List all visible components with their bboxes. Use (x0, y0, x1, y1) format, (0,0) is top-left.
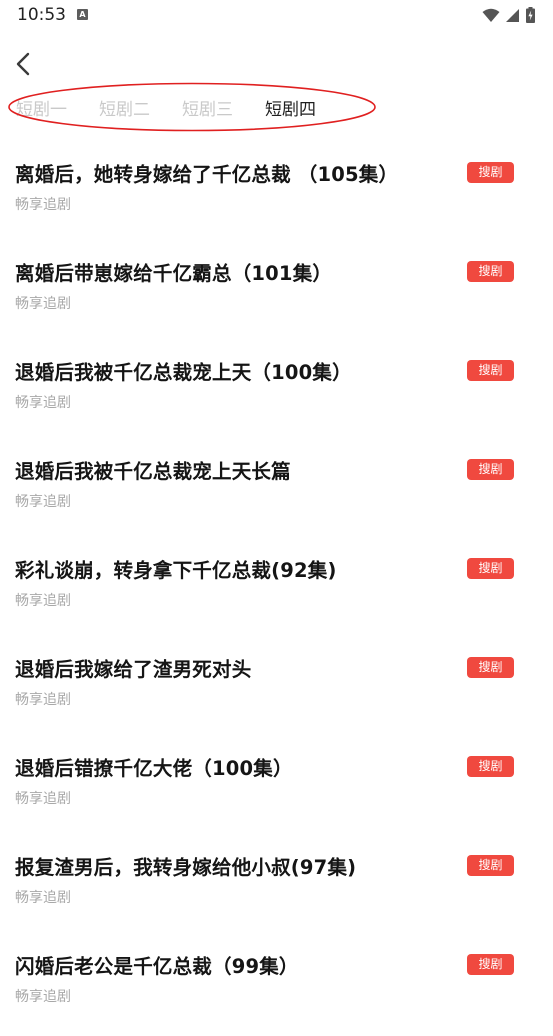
drama-title: 离婚后，她转身嫁给了千亿总裁 （105集） (15, 163, 399, 186)
drama-subtitle: 畅享追剧 (15, 494, 71, 510)
drama-list: 离婚后，她转身嫁给了千亿总裁 （105集） 畅享追剧 搜剧 离婚后带崽嫁给千亿霸… (0, 145, 553, 1036)
tab-drama-4[interactable]: 短剧四 (265, 96, 316, 124)
tab-drama-2[interactable]: 短剧二 (99, 96, 150, 124)
list-item[interactable]: 退婚后我被千亿总裁宠上天长篇 畅享追剧 搜剧 (0, 442, 553, 541)
list-item[interactable]: 闪婚后老公是千亿总裁（99集） 畅享追剧 搜剧 (0, 937, 553, 1036)
tab-bar: 短剧一 短剧二 短剧三 短剧四 (16, 96, 348, 124)
search-drama-button[interactable]: 搜剧 (467, 459, 514, 480)
drama-title: 报复渣男后，我转身嫁给他小叔(97集) (15, 856, 357, 879)
status-bar: 10:53 A (0, 0, 553, 32)
search-drama-button[interactable]: 搜剧 (467, 261, 514, 282)
notification-a-icon: A (77, 9, 88, 20)
drama-subtitle: 畅享追剧 (15, 692, 71, 708)
tab-drama-1[interactable]: 短剧一 (16, 96, 67, 124)
list-item[interactable]: 离婚后带崽嫁给千亿霸总（101集） 畅享追剧 搜剧 (0, 244, 553, 343)
wifi-icon (482, 8, 500, 22)
chevron-left-icon (16, 52, 30, 76)
drama-title: 退婚后我被千亿总裁宠上天（100集） (15, 361, 352, 384)
drama-subtitle: 畅享追剧 (15, 593, 71, 609)
cell-signal-icon (506, 8, 519, 22)
list-item[interactable]: 报复渣男后，我转身嫁给他小叔(97集) 畅享追剧 搜剧 (0, 838, 553, 937)
search-drama-button[interactable]: 搜剧 (467, 657, 514, 678)
drama-subtitle: 畅享追剧 (15, 197, 71, 213)
search-drama-button[interactable]: 搜剧 (467, 360, 514, 381)
status-icons (482, 6, 535, 24)
drama-title: 退婚后我被千亿总裁宠上天长篇 (15, 460, 291, 483)
list-item[interactable]: 退婚后错撩千亿大佬（100集） 畅享追剧 搜剧 (0, 739, 553, 838)
battery-charging-icon (526, 7, 535, 23)
search-drama-button[interactable]: 搜剧 (467, 756, 514, 777)
list-item[interactable]: 退婚后我被千亿总裁宠上天（100集） 畅享追剧 搜剧 (0, 343, 553, 442)
search-drama-button[interactable]: 搜剧 (467, 855, 514, 876)
tab-drama-3[interactable]: 短剧三 (182, 96, 233, 124)
drama-subtitle: 畅享追剧 (15, 791, 71, 807)
drama-title: 离婚后带崽嫁给千亿霸总（101集） (15, 262, 333, 285)
back-button[interactable] (8, 46, 44, 82)
drama-title: 退婚后错撩千亿大佬（100集） (15, 757, 293, 780)
drama-subtitle: 畅享追剧 (15, 395, 71, 411)
list-item[interactable]: 退婚后我嫁给了渣男死对头 畅享追剧 搜剧 (0, 640, 553, 739)
list-item[interactable]: 离婚后，她转身嫁给了千亿总裁 （105集） 畅享追剧 搜剧 (0, 145, 553, 244)
list-item[interactable]: 彩礼谈崩，转身拿下千亿总裁(92集) 畅享追剧 搜剧 (0, 541, 553, 640)
status-time: 10:53 (17, 5, 66, 25)
drama-title: 彩礼谈崩，转身拿下千亿总裁(92集) (15, 559, 337, 582)
drama-subtitle: 畅享追剧 (15, 296, 71, 312)
drama-title: 退婚后我嫁给了渣男死对头 (15, 658, 252, 681)
search-drama-button[interactable]: 搜剧 (467, 558, 514, 579)
drama-subtitle: 畅享追剧 (15, 890, 71, 906)
search-drama-button[interactable]: 搜剧 (467, 162, 514, 183)
drama-subtitle: 畅享追剧 (15, 989, 71, 1005)
